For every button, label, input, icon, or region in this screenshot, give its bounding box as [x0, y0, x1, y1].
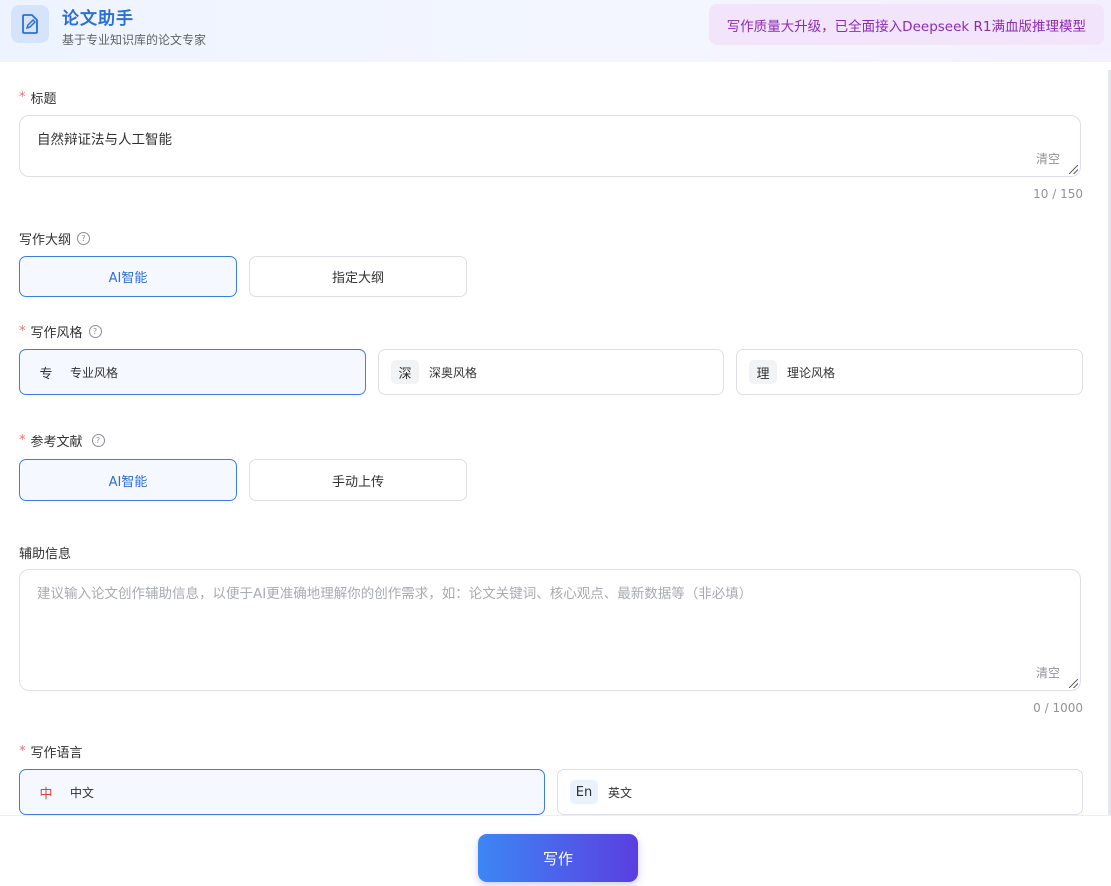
outline-option-ai[interactable]: AI智能 — [19, 256, 237, 297]
language-option-english[interactable]: En 英文 — [557, 769, 1083, 815]
aux-input-placeholder: 建议输入论文创作辅助信息，以便于AI更准确地理解你的创作需求，如：论文关键词、核… — [37, 586, 753, 602]
required-mark: * — [19, 324, 26, 339]
document-edit-icon — [11, 5, 49, 43]
language-label-text: 写作语言 — [30, 746, 83, 761]
aux-counter: 0 / 1000 — [1033, 701, 1083, 715]
language-badge: En — [570, 780, 598, 804]
language-option-chinese[interactable]: 中 中文 — [19, 769, 545, 815]
aux-clear-button[interactable]: 清空 — [1036, 664, 1060, 681]
help-icon[interactable]: ? — [91, 434, 105, 447]
outline-label-text: 写作大纲 — [19, 233, 72, 248]
language-badge: 中 — [39, 786, 53, 802]
aux-label-text: 辅助信息 — [19, 547, 72, 562]
style-badge: 深 — [391, 360, 419, 384]
required-mark: * — [19, 744, 26, 759]
help-icon[interactable]: ? — [77, 232, 91, 245]
style-option-label: 深奥风格 — [429, 365, 478, 380]
app-title: 论文助手 — [62, 9, 134, 29]
write-button[interactable]: 写作 — [478, 834, 638, 882]
resize-handle-icon[interactable] — [1069, 165, 1078, 174]
style-option-professional[interactable]: 专 专业风格 — [19, 349, 366, 395]
style-label: * 写作风格 ? — [19, 322, 102, 341]
app-subtitle: 基于专业知识库的论文专家 — [62, 33, 207, 47]
references-option-upload[interactable]: 手动上传 — [249, 459, 467, 501]
references-label: * 参考文献 ? — [19, 431, 105, 450]
app-header: 论文助手 基于专业知识库的论文专家 写作质量大升级，已全面接入Deepseek … — [0, 0, 1111, 62]
language-option-label: 英文 — [608, 785, 633, 800]
style-option-label: 理论风格 — [787, 365, 836, 380]
help-icon[interactable]: ? — [88, 325, 102, 338]
promo-banner[interactable]: 写作质量大升级，已全面接入Deepseek R1满血版推理模型 — [708, 4, 1104, 45]
style-label-text: 写作风格 — [30, 326, 83, 341]
references-option-ai[interactable]: AI智能 — [19, 459, 237, 501]
resize-handle-icon[interactable] — [1069, 679, 1078, 688]
language-option-label: 中文 — [70, 785, 95, 800]
title-label: * 标题 — [19, 88, 57, 107]
title-counter: 10 / 150 — [1033, 187, 1083, 201]
title-input-value: 自然辩证法与人工智能 — [37, 132, 172, 148]
title-input[interactable]: 自然辩证法与人工智能 清空 — [19, 115, 1081, 177]
required-mark: * — [19, 90, 26, 105]
title-clear-button[interactable]: 清空 — [1036, 150, 1060, 167]
style-option-profound[interactable]: 深 深奥风格 — [378, 349, 724, 395]
required-mark: * — [19, 433, 26, 448]
style-option-theoretical[interactable]: 理 理论风格 — [736, 349, 1083, 395]
aux-label: 辅助信息 — [19, 543, 71, 562]
title-label-text: 标题 — [30, 92, 57, 107]
aux-input[interactable]: 建议输入论文创作辅助信息，以便于AI更准确地理解你的创作需求，如：论文关键词、核… — [19, 569, 1081, 691]
style-badge: 理 — [749, 360, 777, 384]
style-badge: 专 — [39, 366, 53, 382]
language-label: * 写作语言 — [19, 742, 83, 761]
references-label-text: 参考文献 — [30, 435, 83, 450]
style-option-label: 专业风格 — [70, 365, 119, 380]
outline-label: 写作大纲 ? — [19, 229, 91, 248]
action-footer: 写作 — [0, 815, 1111, 886]
outline-option-custom[interactable]: 指定大纲 — [249, 256, 467, 297]
